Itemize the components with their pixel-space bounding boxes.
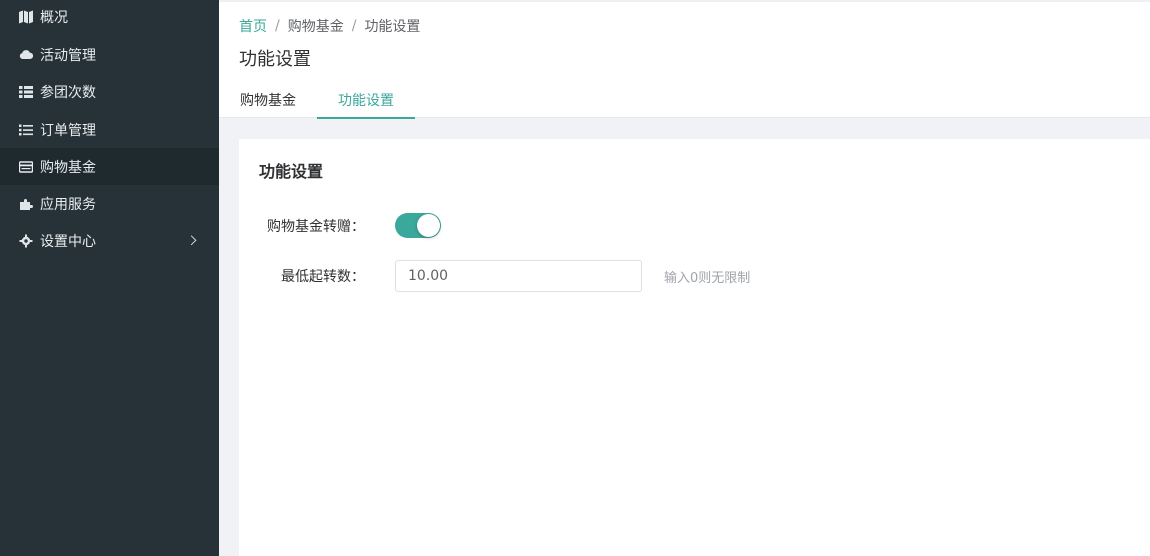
tab-shopping-fund[interactable]: 购物基金 xyxy=(219,80,317,119)
map-icon xyxy=(19,10,33,24)
sidebar-item-label: 订单管理 xyxy=(40,122,96,139)
breadcrumb: 首页 / 购物基金 / 功能设置 xyxy=(239,16,420,36)
main-content: 首页 / 购物基金 / 功能设置 功能设置 购物基金 功能设置 功能设置 购物基… xyxy=(219,0,1150,556)
transfer-label: 购物基金转赠： xyxy=(267,218,365,235)
page-header: 首页 / 购物基金 / 功能设置 功能设置 购物基金 功能设置 xyxy=(219,0,1150,119)
sidebar-item-app-services[interactable]: 应用服务 xyxy=(0,185,219,222)
sidebar-item-settings[interactable]: 设置中心 xyxy=(0,222,219,259)
min-transfer-input[interactable]: 10.00 xyxy=(395,260,642,292)
sidebar-item-orders[interactable]: 订单管理 xyxy=(0,111,219,148)
chevron-right-icon xyxy=(186,234,197,245)
breadcrumb-separator: / xyxy=(351,18,357,34)
list-icon xyxy=(19,123,33,137)
table-list-icon xyxy=(19,85,33,99)
puzzle-icon xyxy=(19,197,33,211)
min-transfer-label: 最低起转数： xyxy=(281,269,365,285)
sidebar-item-group-count[interactable]: 参团次数 xyxy=(0,73,219,110)
breadcrumb-separator: / xyxy=(275,18,280,34)
sidebar-item-label: 设置中心 xyxy=(40,233,96,250)
gear-icon xyxy=(19,234,33,248)
breadcrumb-home[interactable]: 首页 xyxy=(239,16,267,36)
transfer-toggle[interactable] xyxy=(395,213,441,238)
cloud-icon xyxy=(19,48,33,62)
sidebar-item-label: 概况 xyxy=(40,9,68,26)
settings-card: 功能设置 购物基金转赠： 最低起转数： 10.00 输入0则无限制 xyxy=(239,139,1150,556)
sidebar-item-label: 活动管理 xyxy=(40,47,96,64)
breadcrumb-parent[interactable]: 购物基金 xyxy=(288,16,344,36)
sidebar-item-label: 应用服务 xyxy=(40,196,96,213)
toggle-knob xyxy=(417,214,440,237)
sidebar-item-shopping-fund[interactable]: 购物基金 xyxy=(0,148,219,185)
tab-bar: 购物基金 功能设置 xyxy=(219,80,415,119)
min-transfer-row: 最低起转数： 10.00 输入0则无限制 xyxy=(239,260,750,292)
sidebar: 概况 活动管理 参团次数 订单管理 购物基金 应用服务 设置中心 xyxy=(0,0,219,556)
sidebar-item-activity[interactable]: 活动管理 xyxy=(0,36,219,73)
sidebar-item-overview[interactable]: 概况 xyxy=(0,0,219,35)
card-icon xyxy=(19,160,33,174)
min-transfer-hint: 输入0则无限制 xyxy=(664,270,751,286)
breadcrumb-current: 功能设置 xyxy=(364,19,421,35)
card-title: 功能设置 xyxy=(259,162,324,181)
transfer-row: 购物基金转赠： xyxy=(239,213,441,238)
tab-function-settings[interactable]: 功能设置 xyxy=(317,80,415,119)
app-root: 概况 活动管理 参团次数 订单管理 购物基金 应用服务 设置中心 首页 / 购物… xyxy=(0,0,1150,556)
sidebar-item-label: 参团次数 xyxy=(40,84,96,101)
page-title: 功能设置 xyxy=(239,49,311,70)
sidebar-item-label: 购物基金 xyxy=(40,159,96,176)
